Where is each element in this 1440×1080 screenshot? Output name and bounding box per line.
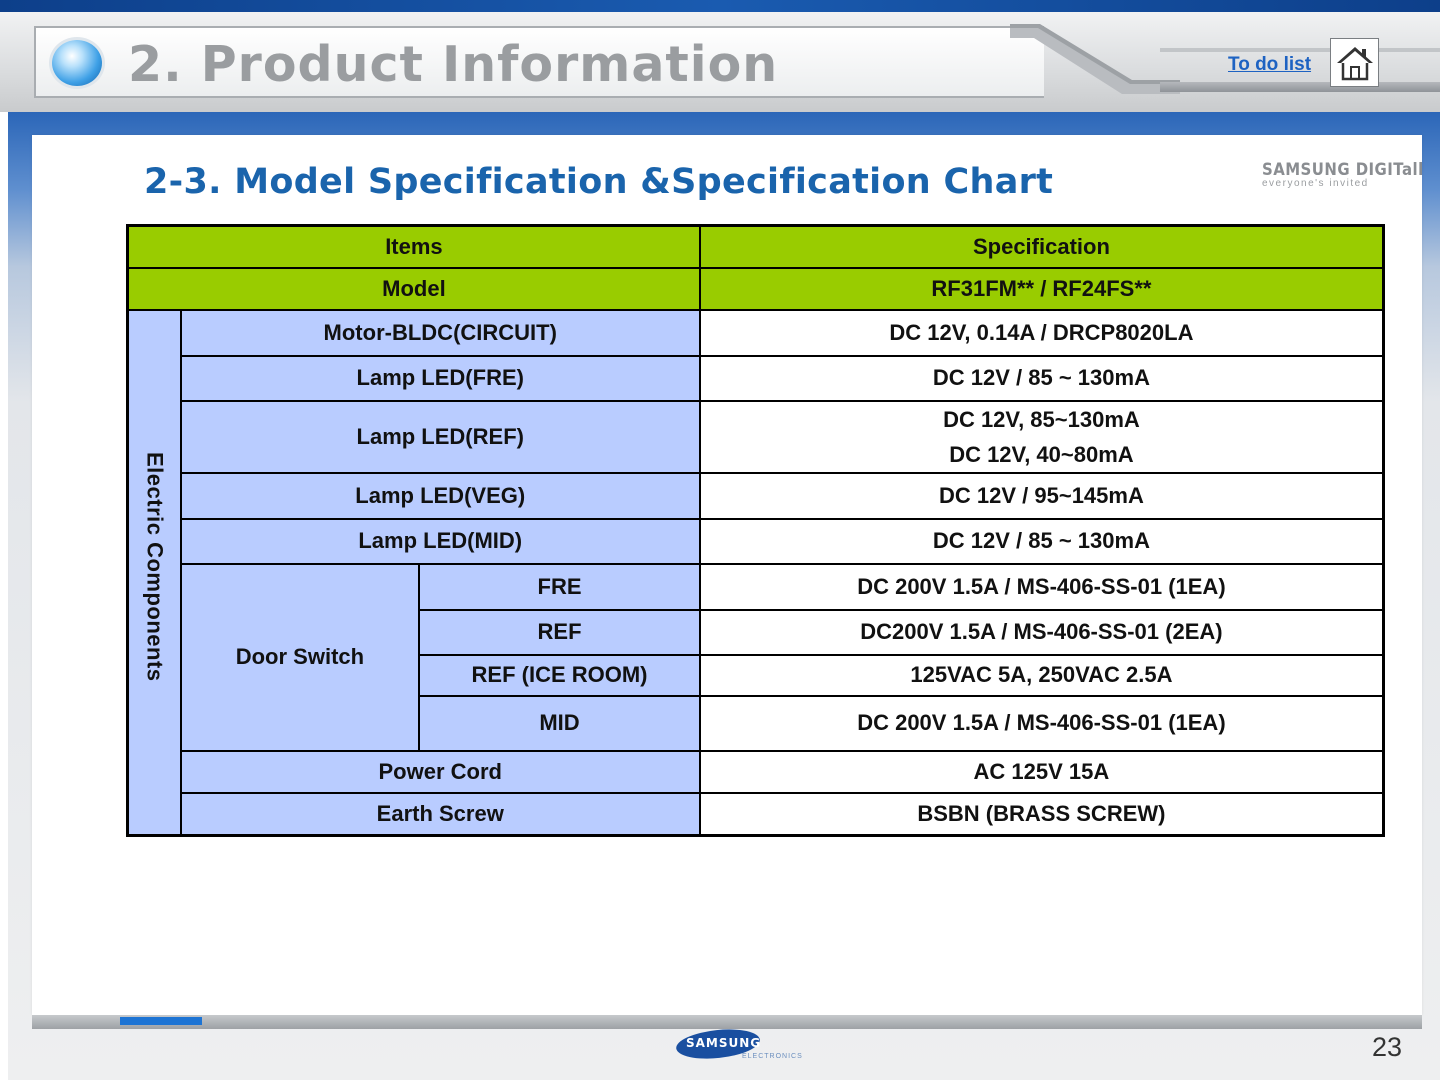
section-title: 2-3. Model Specification &Specification … xyxy=(144,162,1054,202)
specification-table: Items Specification Model RF31FM** / RF2… xyxy=(126,224,1385,837)
footer-accent-bar xyxy=(120,1017,202,1025)
value-cell: AC 125V 15A xyxy=(698,749,1385,794)
model-value: RF31FM** / RF24FS** xyxy=(698,266,1385,311)
top-accent-bar xyxy=(0,0,1440,12)
samsung-logo-text: SAMSUNG xyxy=(686,1036,762,1050)
value-line: DC 12V, 40~80mA xyxy=(949,441,1134,467)
column-header-specification: Specification xyxy=(698,224,1385,269)
value-cell: DC 12V / 85 ~ 130mA xyxy=(698,354,1385,402)
table-row: Earth Screw BSBN (BRASS SCREW) xyxy=(128,791,1385,837)
value-cell: DC200V 1.5A / MS-406-SS-01 (2EA) xyxy=(698,608,1385,656)
header-slope-decoration xyxy=(1010,24,1180,94)
samsung-logo: SAMSUNG ELECTRONICS xyxy=(674,1025,806,1064)
model-label: Model xyxy=(126,266,701,311)
page-title: 2. Product Information xyxy=(128,36,779,93)
value-cell: DC 12V / 95~145mA xyxy=(698,471,1385,520)
table-row: Lamp LED(VEG) DC 12V / 95~145mA xyxy=(128,471,1385,520)
item-cell: REF (ICE ROOM) xyxy=(418,653,701,697)
value-cell: DC 200V 1.5A / MS-406-SS-01 (1EA) xyxy=(698,562,1385,611)
table-header-row: Items Specification xyxy=(126,224,1385,269)
value-cell: DC 200V 1.5A / MS-406-SS-01 (1EA) xyxy=(698,694,1385,752)
home-button[interactable] xyxy=(1330,38,1379,87)
door-switch-label: Door Switch xyxy=(179,562,421,752)
value-cell: BSBN (BRASS SCREW) xyxy=(698,791,1385,837)
item-cell: REF xyxy=(418,608,701,656)
samsung-logo-subtext: ELECTRONICS xyxy=(742,1053,803,1060)
page-number: 23 xyxy=(1372,1032,1403,1062)
table-row: Power Cord AC 125V 15A xyxy=(128,749,1385,794)
value-cell: 125VAC 5A, 250VAC 2.5A xyxy=(698,653,1385,697)
value-cell: DC 12V / 85 ~ 130mA xyxy=(698,517,1385,565)
group-label: Electric Components xyxy=(142,452,168,683)
bullet-orb-icon xyxy=(52,40,102,86)
group-label-cell: Electric Components xyxy=(126,308,182,837)
item-cell: Lamp LED(VEG) xyxy=(179,471,701,520)
item-cell: FRE xyxy=(418,562,701,611)
footer-rail xyxy=(32,1015,1422,1029)
home-icon xyxy=(1337,47,1373,81)
item-cell: Lamp LED(REF) xyxy=(179,399,701,474)
header-rail-lower xyxy=(1160,82,1440,92)
samsung-digitall-logo: SAMSUNG DIGITall everyone's invited xyxy=(1262,160,1424,194)
table-row: Door Switch FRE DC 200V 1.5A / MS-406-SS… xyxy=(128,562,1385,752)
table-row: Lamp LED(MID) DC 12V / 85 ~ 130mA xyxy=(128,517,1385,565)
value-cell: DC 12V, 0.14A / DRCP8020LA xyxy=(698,308,1385,357)
brand-logo-text: SAMSUNG DIGITall xyxy=(1262,160,1424,180)
table-row: Electric Components Motor-BLDC(CIRCUIT) … xyxy=(126,308,1385,837)
column-header-items: Items xyxy=(126,224,701,269)
item-cell: Motor-BLDC(CIRCUIT) xyxy=(179,308,701,357)
item-cell: Power Cord xyxy=(179,749,701,794)
value-cell: DC 12V, 85~130mA DC 12V, 40~80mA xyxy=(698,399,1385,474)
model-row: Model RF31FM** / RF24FS** xyxy=(126,266,1385,311)
table-row: Lamp LED(FRE) DC 12V / 85 ~ 130mA xyxy=(128,354,1385,402)
item-cell: MID xyxy=(418,694,701,752)
item-cell: Lamp LED(FRE) xyxy=(179,354,701,402)
item-cell: Earth Screw xyxy=(179,791,701,837)
value-line: DC 12V, 85~130mA xyxy=(943,406,1140,432)
header-rail-upper xyxy=(1160,48,1440,52)
todo-list-link[interactable]: To do list xyxy=(1228,54,1311,76)
table-row: Lamp LED(REF) DC 12V, 85~130mA DC 12V, 4… xyxy=(128,399,1385,474)
item-cell: Lamp LED(MID) xyxy=(179,517,701,565)
